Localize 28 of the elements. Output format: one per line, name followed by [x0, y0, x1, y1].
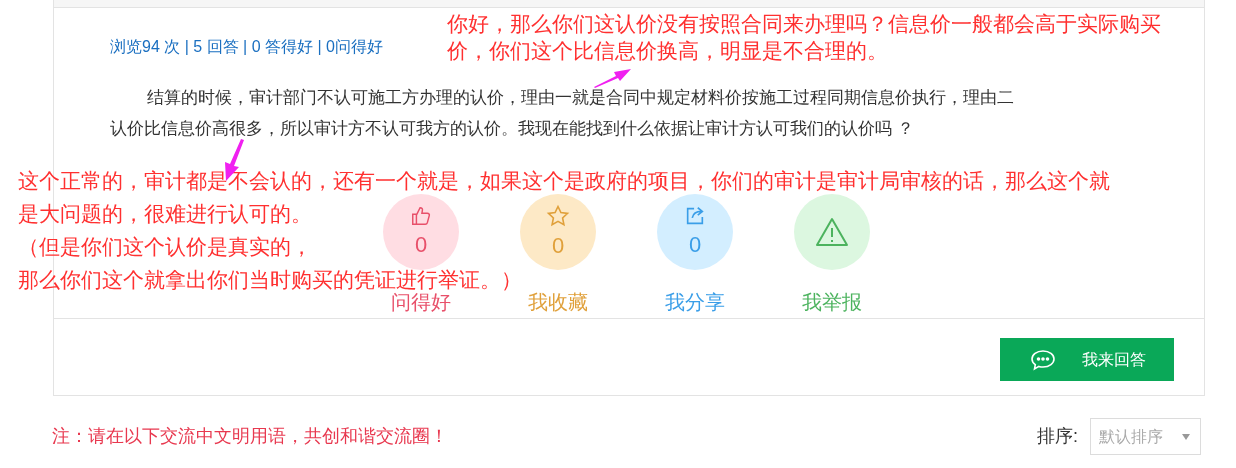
action-button[interactable]: 0: [520, 194, 596, 270]
sort-label: 排序:: [1037, 425, 1078, 448]
annotation-text: 价，你们这个比信息价换高，明显是不合理的。: [447, 41, 888, 61]
action-label: 我分享: [665, 290, 725, 315]
notice-text: 注：请在以下交流中文明用语，共创和谐交流圈！: [52, 425, 448, 448]
action-count: 0: [414, 231, 428, 259]
action-button[interactable]: 0: [383, 194, 459, 270]
annotation-text: 你好，那么你们这认价没有按照合同来办理吗？信息价一般都会高于实际购买: [447, 14, 1161, 34]
annotation-arrow: [592, 68, 632, 88]
action-label: 我收藏: [528, 290, 588, 315]
caret-icon: [1182, 433, 1190, 440]
chat-bubble-icon: [1030, 348, 1056, 371]
sort-select[interactable]: 默认排序: [1090, 418, 1201, 455]
question-text: 结算的时候，审计部门不认可施工方办理的认价，理由一就是合同中规定材料价按施工过程同期信息价执行，理由二认价比信息价高很多，所以审计方不认可我方的认价。我现在能找到什么依据让审计方认可我们的认价吗 ？: [110, 87, 1016, 140]
answer-button[interactable]: 我来回答: [1000, 338, 1174, 381]
action-label: 问得好: [391, 290, 451, 315]
annotation-text: （但是你们这个认价是真实的，: [18, 237, 312, 257]
action-label: 我举报: [802, 290, 862, 315]
action-count: 0: [551, 232, 565, 260]
thumbs-up-icon: [410, 205, 432, 227]
warning-icon: [815, 217, 849, 247]
share-icon: [684, 205, 706, 227]
action-count: 0: [688, 231, 702, 259]
star-icon: [546, 204, 570, 228]
annotation-text: 那么你们这个就拿出你们当时购买的凭证进行举证。）: [18, 270, 522, 290]
annotation-text: 是大问题的，很难进行认可的。: [18, 204, 312, 224]
question-stats: 浏览94 次 | 5 回答 | 0 答得好 | 0问得好: [110, 37, 383, 57]
action-button[interactable]: 0: [657, 194, 733, 270]
